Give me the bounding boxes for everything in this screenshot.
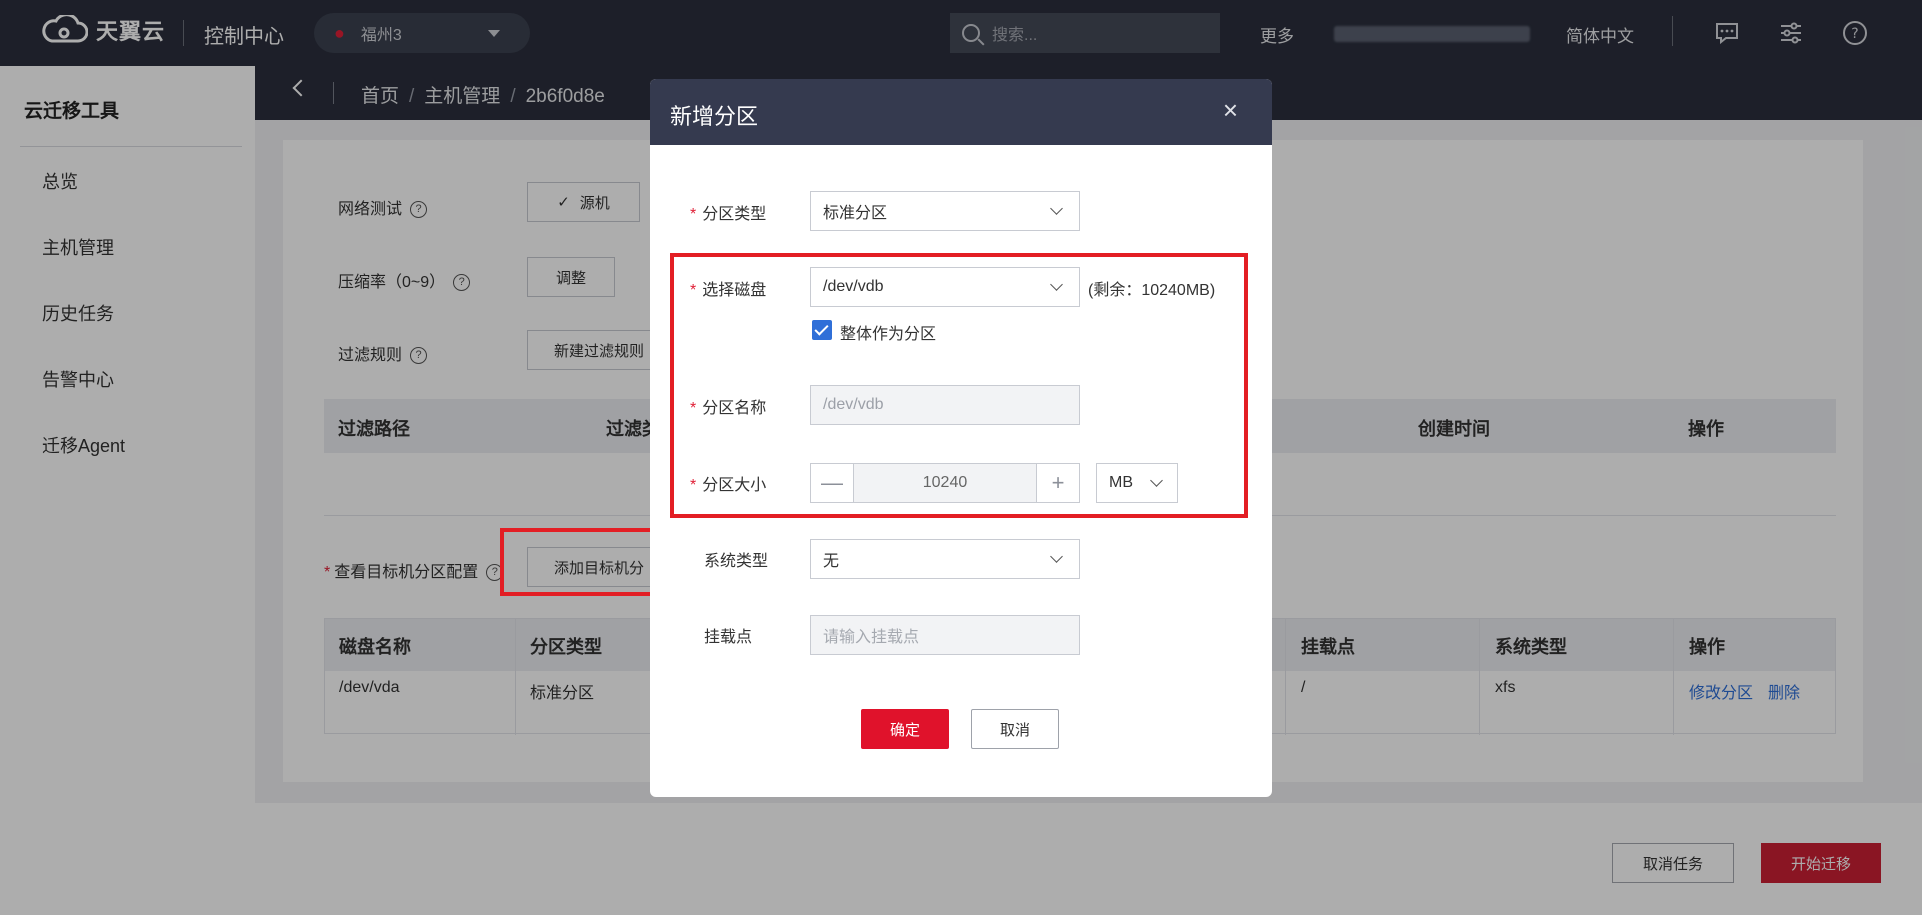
required-mark: * [690,206,697,223]
dialog-header: 新增分区 × [650,79,1272,145]
fs-type-select[interactable]: 无 [810,539,1080,579]
chevron-down-icon [1050,202,1063,215]
partition-type-select[interactable]: 标准分区 [810,191,1080,231]
mount-point-label: 挂载点 [704,629,753,646]
cancel-button[interactable]: 取消 [971,709,1059,749]
mount-point-input[interactable]: 请输入挂载点 [810,615,1080,655]
fs-type-value: 无 [823,553,840,570]
partition-type-value: 标准分区 [823,205,888,222]
confirm-button[interactable]: 确定 [861,709,949,749]
partition-type-label: * 分区类型 [690,206,767,223]
fs-type-label: 系统类型 [704,553,769,570]
dialog-title: 新增分区 [670,104,759,129]
chevron-down-icon [1050,550,1063,563]
close-icon[interactable]: × [1223,97,1238,123]
annotation-highlight-disk-settings [670,253,1248,518]
